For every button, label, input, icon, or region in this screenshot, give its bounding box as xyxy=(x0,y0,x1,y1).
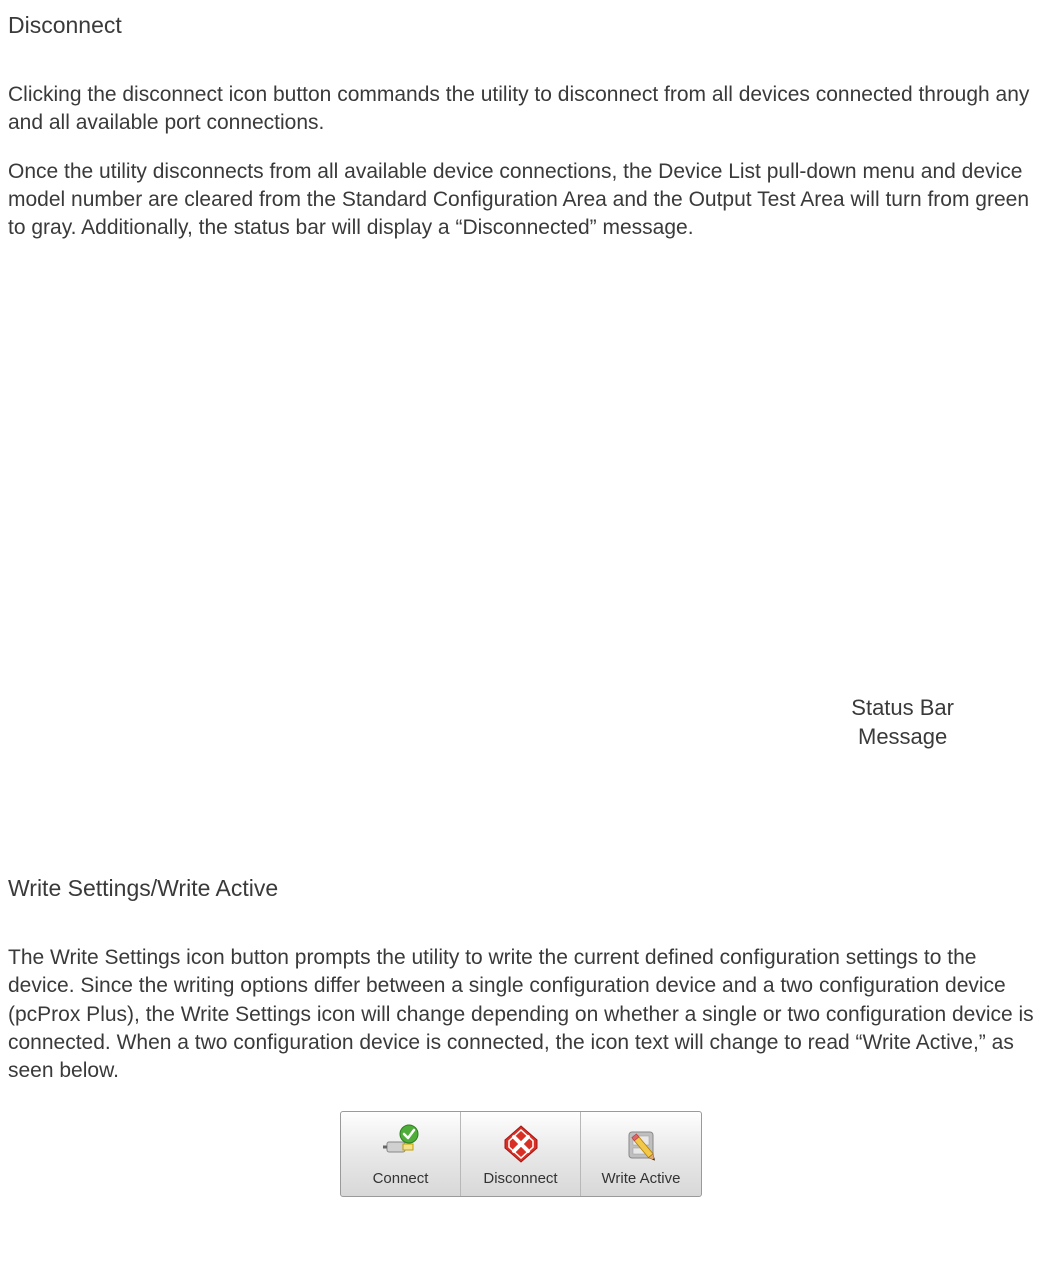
connect-label: Connect xyxy=(373,1169,429,1189)
connect-button[interactable]: Connect xyxy=(341,1112,461,1196)
toolbar: Connect Disconnect xyxy=(340,1111,702,1197)
status-bar-line1: Status Bar xyxy=(851,695,954,720)
disconnect-button[interactable]: Disconnect xyxy=(461,1112,581,1196)
status-bar-line2: Message xyxy=(858,724,947,749)
paragraph-write-settings-1: The Write Settings icon button prompts t… xyxy=(8,944,1034,1086)
connect-icon xyxy=(379,1122,423,1166)
write-active-label: Write Active xyxy=(602,1169,681,1189)
toolbar-wrapper: Connect Disconnect xyxy=(8,1111,1034,1197)
section-heading-write-settings: Write Settings/Write Active xyxy=(8,873,1034,904)
write-active-icon xyxy=(619,1122,663,1166)
disconnect-label: Disconnect xyxy=(483,1169,557,1189)
status-bar-message-label: Status Bar Message xyxy=(851,693,954,752)
disconnect-icon xyxy=(499,1122,543,1166)
paragraph-disconnect-2: Once the utility disconnects from all av… xyxy=(8,158,1034,243)
section-heading-disconnect: Disconnect xyxy=(8,10,1034,41)
screenshot-placeholder-area: Status Bar Message xyxy=(8,263,1034,713)
write-active-button[interactable]: Write Active xyxy=(581,1112,701,1196)
paragraph-disconnect-1: Clicking the disconnect icon button comm… xyxy=(8,81,1034,138)
